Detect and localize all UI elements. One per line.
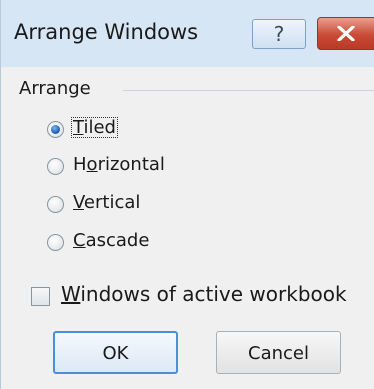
group-divider (123, 90, 374, 91)
radio-horizontal-label: Horizontal (73, 154, 165, 175)
active-workbook-label[interactable]: Windows of active workbook (61, 282, 347, 306)
active-workbook-checkbox[interactable] (31, 287, 50, 306)
radio-tiled-button[interactable] (47, 121, 64, 138)
dialog-title: Arrange Windows (14, 20, 199, 44)
help-icon: ? (273, 22, 285, 46)
help-button[interactable]: ? (252, 19, 306, 49)
arrange-group-label: Arrange (19, 78, 91, 99)
radio-cascade-label: Cascade (73, 230, 150, 251)
radio-vertical-button[interactable] (47, 196, 64, 213)
close-icon (337, 26, 355, 41)
title-bar: Arrange Windows ? (1, 0, 374, 67)
radio-cascade-button[interactable] (47, 234, 64, 251)
radio-tiled-label: Tiled (71, 117, 118, 138)
close-button[interactable] (317, 17, 374, 50)
radio-vertical-label: Vertical (73, 192, 141, 213)
radio-horizontal-button[interactable] (47, 158, 64, 175)
arrange-windows-dialog: Arrange Windows ? Arrange Tiled Horizont… (0, 0, 374, 389)
cancel-button[interactable]: Cancel (216, 331, 341, 374)
ok-button[interactable]: OK (53, 331, 178, 374)
